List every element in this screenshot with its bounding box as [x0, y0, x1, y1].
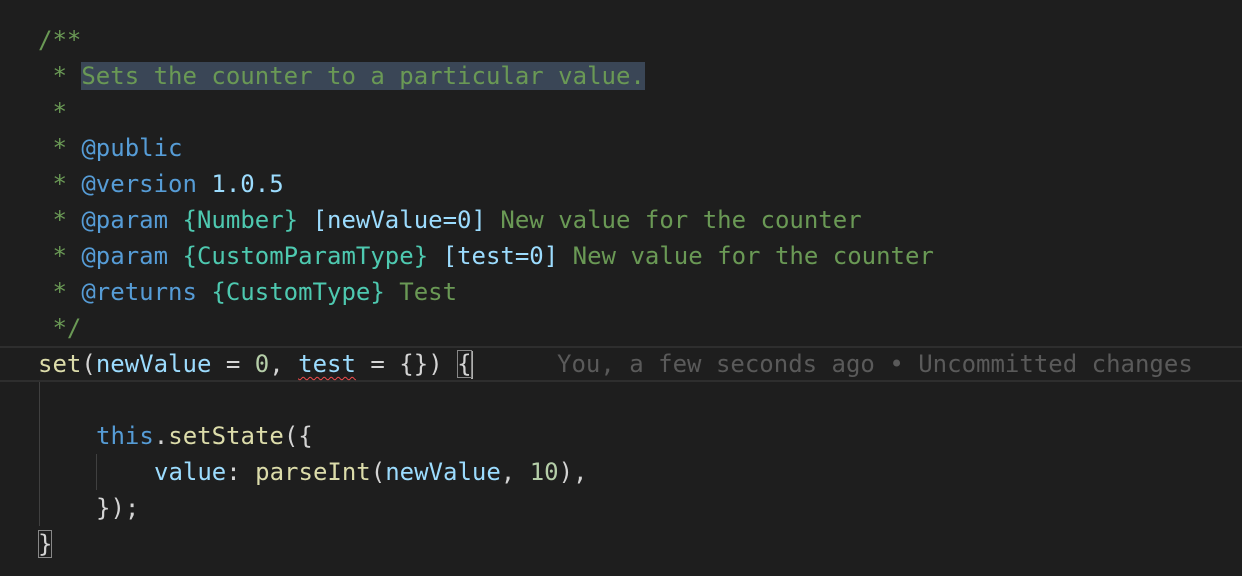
- code-line[interactable]: });: [0, 490, 1242, 526]
- function-call: parseInt: [255, 458, 371, 486]
- paren: (: [370, 458, 386, 486]
- argument-name: newValue: [385, 458, 501, 486]
- this-keyword: this: [96, 422, 154, 450]
- code-line[interactable]: }: [0, 526, 1242, 562]
- dot: .: [153, 422, 169, 450]
- closing-brace: });: [96, 494, 140, 522]
- comment-star: *: [38, 170, 82, 198]
- jsdoc-type: {CustomParamType}: [182, 242, 429, 270]
- git-blame-annotation: You, a few seconds ago • Uncommitted cha…: [557, 350, 1193, 378]
- colon: :: [226, 458, 256, 486]
- comment-star: *: [38, 278, 82, 306]
- object-key: value: [154, 458, 227, 486]
- code-editor[interactable]: /** * Sets the counter to a particular v…: [0, 0, 1242, 576]
- text-cursor: [470, 351, 473, 379]
- code-line[interactable]: this.setState({: [0, 418, 1242, 454]
- default-value: {}: [399, 350, 429, 378]
- argument-name: newValue: [95, 350, 212, 378]
- paren: ): [428, 350, 458, 378]
- jsdoc-description: New value for the counter: [500, 206, 862, 234]
- code-line[interactable]: * @returns {CustomType} Test: [0, 274, 1242, 310]
- code-line[interactable]: * @public: [0, 130, 1242, 166]
- jsdoc-type: {CustomType}: [211, 278, 385, 306]
- jsdoc-version: 1.0.5: [211, 170, 284, 198]
- code-line[interactable]: [0, 382, 1242, 418]
- comment-star: *: [38, 134, 82, 162]
- jsdoc-tag: @version: [81, 170, 197, 198]
- current-code-line[interactable]: set(newValue = 0, test = {}) { You, a fe…: [0, 346, 1242, 382]
- code-line[interactable]: * @version 1.0.5: [0, 166, 1242, 202]
- code-line[interactable]: * @param {CustomParamType} [test=0] New …: [0, 238, 1242, 274]
- code-line[interactable]: /**: [0, 22, 1242, 58]
- comment-star: *: [38, 98, 67, 126]
- jsdoc-description: New value for the counter: [572, 242, 934, 270]
- default-value: 0: [254, 350, 270, 378]
- paren-brace: ({: [283, 422, 313, 450]
- paren: (: [81, 350, 96, 378]
- comment-star: *: [38, 206, 82, 234]
- comment-star: *: [38, 62, 82, 90]
- jsdoc-tag: @param: [81, 242, 169, 270]
- number-literal: 10: [529, 458, 559, 486]
- comment-open: /**: [38, 26, 82, 54]
- matched-bracket: }: [38, 530, 53, 558]
- function-name: set: [38, 350, 82, 378]
- jsdoc-description: Test: [399, 278, 458, 306]
- jsdoc-tag: @param: [81, 206, 169, 234]
- jsdoc-type: {Number}: [182, 206, 299, 234]
- jsdoc-tag: @public: [81, 134, 183, 162]
- code-line[interactable]: value: parseInt(newValue, 10),: [0, 454, 1242, 490]
- comment-close: */: [38, 314, 82, 342]
- comma: ,: [500, 458, 530, 486]
- error-squiggle-argument[interactable]: test: [298, 350, 356, 378]
- code-line[interactable]: * Sets the counter to a particular value…: [0, 58, 1242, 94]
- operator: =: [211, 350, 255, 378]
- jsdoc-param-name: [newValue=0]: [312, 206, 486, 234]
- comment-star: *: [38, 242, 82, 270]
- jsdoc-tag: @returns: [81, 278, 197, 306]
- method-name: setState: [168, 422, 284, 450]
- selected-text[interactable]: Sets the counter to a particular value.: [81, 62, 645, 90]
- code-line[interactable]: *: [0, 94, 1242, 130]
- comma: ,: [269, 350, 299, 378]
- matched-bracket: {: [457, 350, 472, 378]
- code-line[interactable]: */: [0, 310, 1242, 346]
- code-line[interactable]: * @param {Number} [newValue=0] New value…: [0, 202, 1242, 238]
- jsdoc-param-name: [test=0]: [442, 242, 559, 270]
- paren-comma: ),: [558, 458, 588, 486]
- operator: =: [355, 350, 400, 378]
